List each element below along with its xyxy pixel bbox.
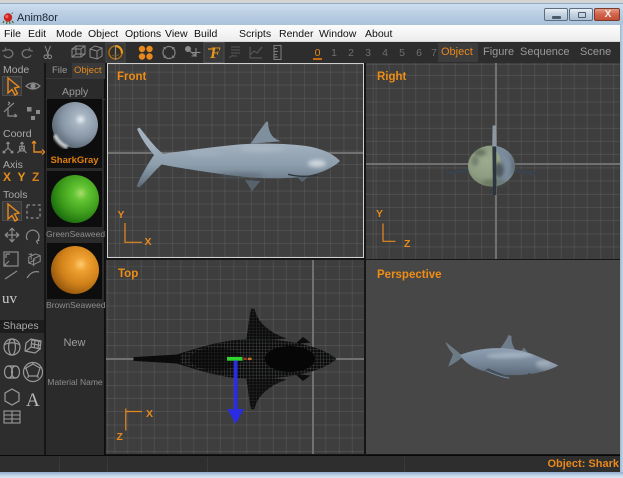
svg-text:F: F xyxy=(209,45,221,62)
svg-text:A: A xyxy=(26,390,40,411)
